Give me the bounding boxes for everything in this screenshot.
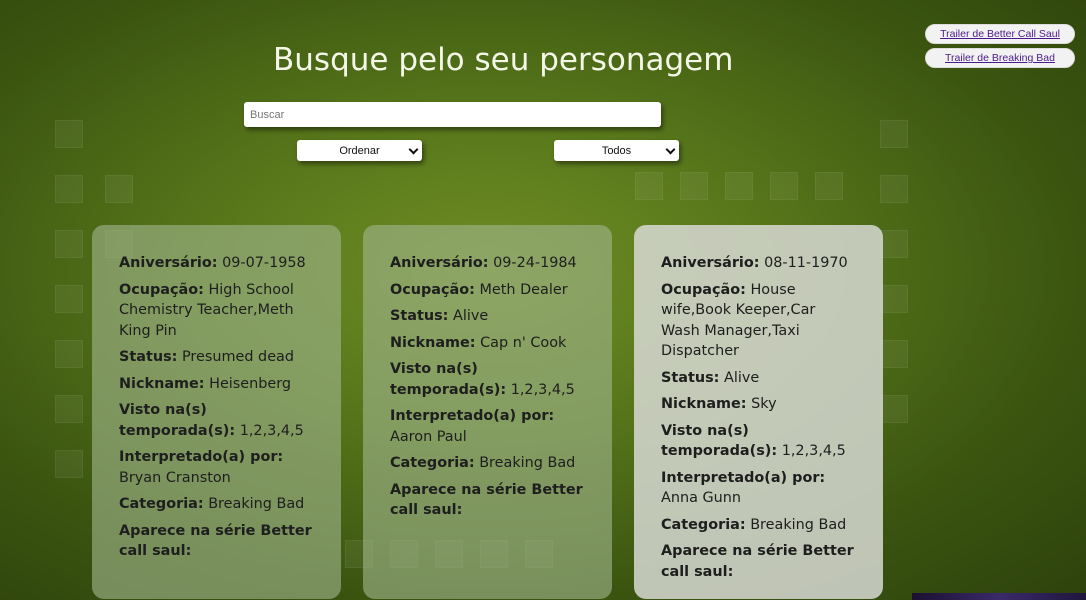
portrayed-value: Aaron Paul <box>390 428 467 445</box>
birthday-field: Aniversário: 08-11-1970 <box>661 253 857 274</box>
status-label: Status: <box>661 369 720 386</box>
status-label: Status: <box>390 308 449 324</box>
character-card: Aniversário: 09-07-1958 Ocupação: High S… <box>92 225 341 599</box>
bcs-appearance-label: Aparece na série Better call saul: <box>119 522 312 560</box>
category-field: Categoria: Breaking Bad <box>390 453 586 474</box>
birthday-value: 09-24-1984 <box>493 255 577 271</box>
portrayed-field: Interpretado(a) por: Aaron Paul <box>390 406 586 447</box>
category-select-value: Todos <box>601 144 632 157</box>
nickname-field: Nickname: Heisenberg <box>119 374 315 395</box>
nickname-value: Heisenberg <box>209 375 292 392</box>
category-field: Categoria: Breaking Bad <box>119 494 315 515</box>
order-select[interactable]: Ordenar <box>297 140 422 161</box>
status-value: Alive <box>723 369 760 386</box>
next-card-preview <box>912 593 1086 600</box>
birthday-field: Aniversário: 09-24-1984 <box>390 253 586 274</box>
occupation-label: Ocupação: <box>661 281 746 298</box>
category-value: Breaking Bad <box>208 496 305 512</box>
portrayed-field: Interpretado(a) por: Bryan Cranston <box>119 447 315 488</box>
seasons-value: 1,2,3,4,5 <box>781 443 846 459</box>
seasons-field: Visto na(s) temporada(s): 1,2,3,4,5 <box>661 421 857 462</box>
category-value: Breaking Bad <box>750 516 847 533</box>
status-field: Status: Alive <box>390 306 586 327</box>
order-select-value: Ordenar <box>339 144 380 157</box>
birthday-label: Aniversário: <box>390 255 489 271</box>
page-title: Busque pelo seu personagem <box>273 42 734 78</box>
character-card: Aniversário: 08-11-1970 Ocupação: House … <box>634 225 883 599</box>
seasons-value: 1,2,3,4,5 <box>239 422 304 439</box>
character-card: Aniversário: 09-24-1984 Ocupação: Meth D… <box>363 225 612 599</box>
bcs-appearance-field: Aparece na série Better call saul: <box>661 541 857 582</box>
status-field: Status: Alive <box>661 368 857 389</box>
chevron-down-icon <box>408 144 419 155</box>
nickname-field: Nickname: Cap n' Cook <box>390 333 586 354</box>
portrayed-label: Interpretado(a) por: <box>661 469 826 486</box>
trailer-breaking-bad-button[interactable]: Trailer de Breaking Bad <box>925 48 1075 68</box>
seasons-value: 1,2,3,4,5 <box>510 381 575 398</box>
search-input[interactable] <box>244 102 661 127</box>
status-field: Status: Presumed dead <box>119 347 315 368</box>
status-label: Status: <box>119 349 178 365</box>
nickname-label: Nickname: <box>119 375 205 392</box>
birthday-value: 09-07-1958 <box>222 255 306 271</box>
status-value: Presumed dead <box>181 349 295 365</box>
occupation-field: Ocupação: High School Chemistry Teacher,… <box>119 280 315 342</box>
birthday-label: Aniversário: <box>119 255 218 271</box>
birthday-value: 08-11-1970 <box>764 255 848 271</box>
seasons-label: Visto na(s) temporada(s): <box>661 422 778 460</box>
trailer-better-call-saul-button[interactable]: Trailer de Better Call Saul <box>925 24 1075 44</box>
portrayed-value: Bryan Cranston <box>119 469 231 486</box>
category-value: Breaking Bad <box>479 455 576 471</box>
portrayed-label: Interpretado(a) por: <box>390 408 555 424</box>
seasons-field: Visto na(s) temporada(s): 1,2,3,4,5 <box>390 359 586 400</box>
occupation-field: Ocupação: House wife,Book Keeper,Car Was… <box>661 280 857 362</box>
occupation-value: Meth Dealer <box>479 281 568 298</box>
nickname-value: Sky <box>751 396 777 412</box>
category-label: Categoria: <box>661 516 746 533</box>
seasons-label: Visto na(s) temporada(s): <box>119 402 236 439</box>
category-label: Categoria: <box>119 496 204 512</box>
portrayed-label: Interpretado(a) por: <box>119 449 284 465</box>
category-label: Categoria: <box>390 455 475 471</box>
bcs-appearance-label: Aparece na série Better call saul: <box>390 481 583 519</box>
portrayed-field: Interpretado(a) por: Anna Gunn <box>661 468 857 509</box>
birthday-label: Aniversário: <box>661 255 760 271</box>
bcs-appearance-field: Aparece na série Better call saul: <box>119 521 315 562</box>
birthday-field: Aniversário: 09-07-1958 <box>119 253 315 274</box>
seasons-label: Visto na(s) temporada(s): <box>390 361 507 398</box>
bcs-appearance-label: Aparece na série Better call saul: <box>661 543 854 580</box>
occupation-field: Ocupação: Meth Dealer <box>390 280 586 301</box>
chevron-down-icon <box>665 144 676 155</box>
occupation-label: Ocupação: <box>390 281 475 298</box>
nickname-label: Nickname: <box>661 396 747 412</box>
occupation-label: Ocupação: <box>119 281 204 298</box>
nickname-field: Nickname: Sky <box>661 394 857 415</box>
nickname-label: Nickname: <box>390 334 476 351</box>
category-field: Categoria: Breaking Bad <box>661 515 857 536</box>
status-value: Alive <box>452 308 489 324</box>
portrayed-value: Anna Gunn <box>661 490 741 506</box>
bcs-appearance-field: Aparece na série Better call saul: <box>390 480 586 521</box>
nickname-value: Cap n' Cook <box>480 334 567 351</box>
category-select[interactable]: Todos <box>554 140 679 161</box>
seasons-field: Visto na(s) temporada(s): 1,2,3,4,5 <box>119 400 315 441</box>
